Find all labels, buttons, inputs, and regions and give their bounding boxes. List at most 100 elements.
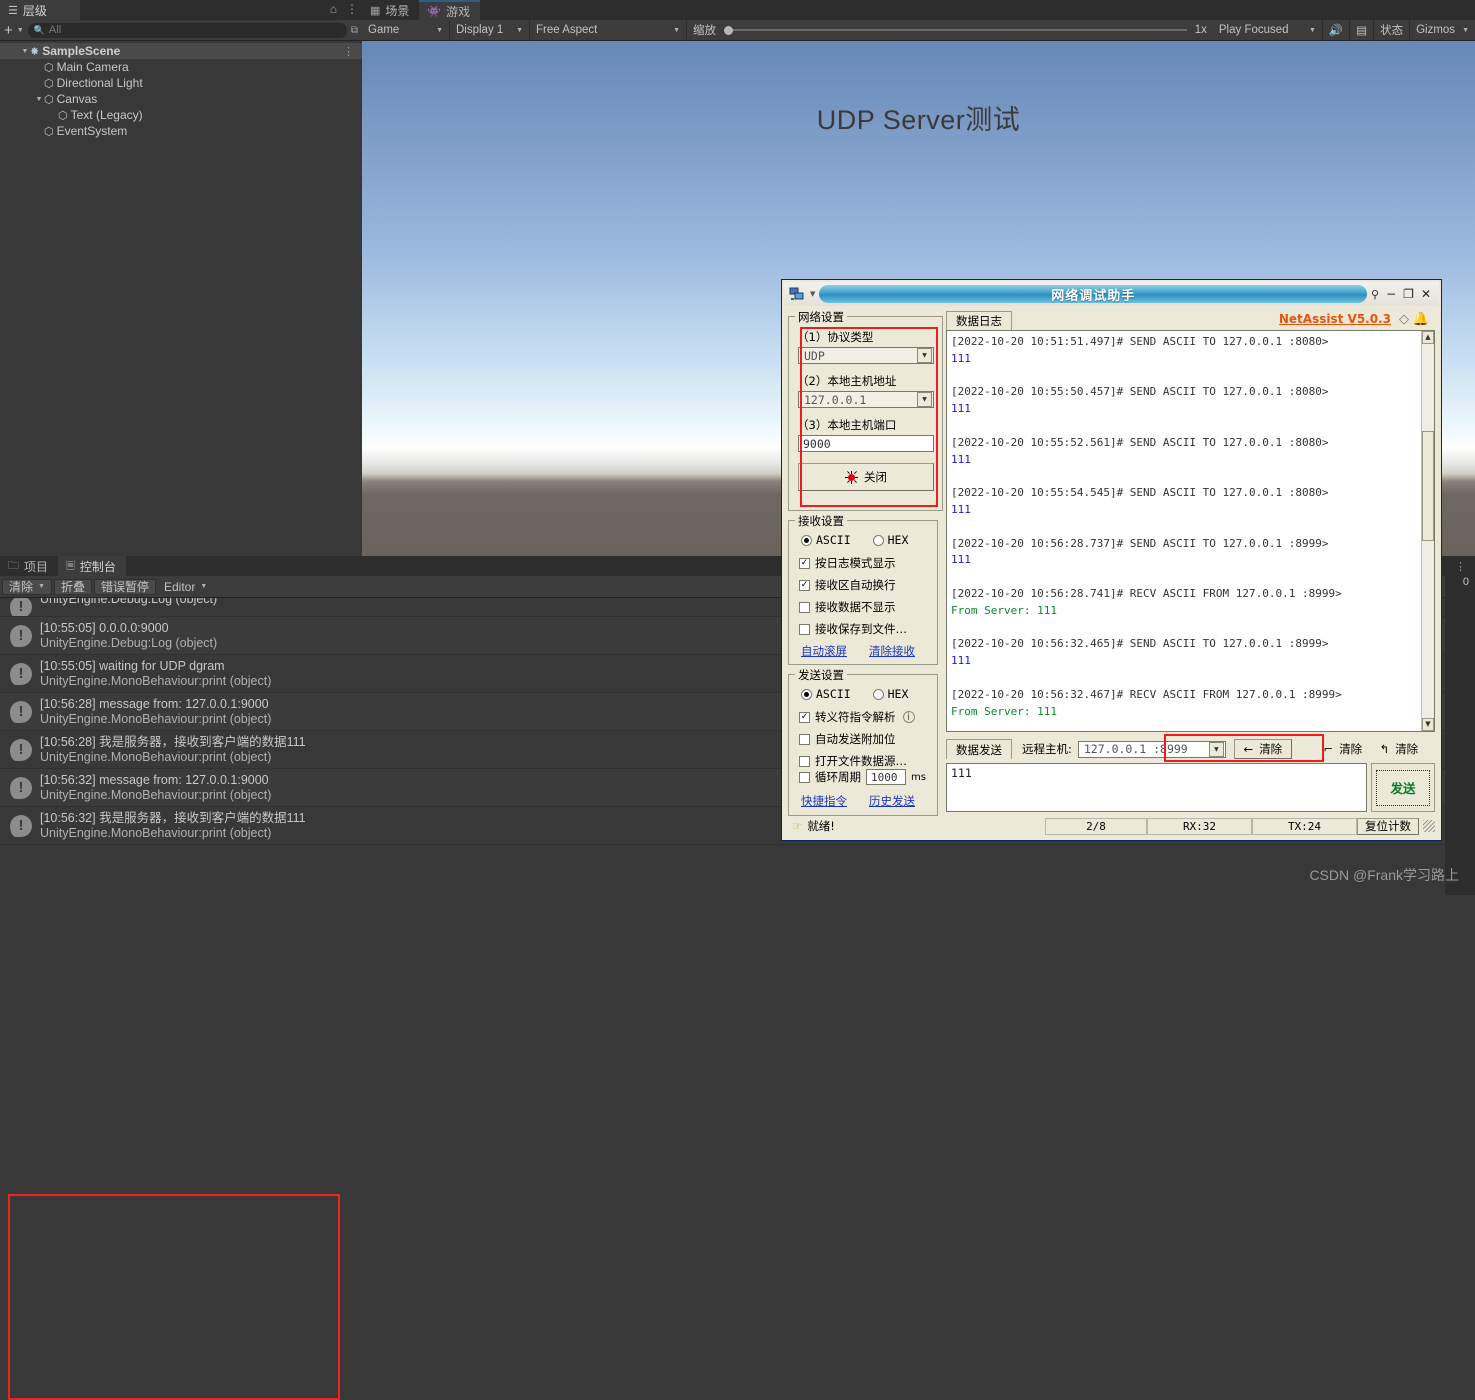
log-scrollbar[interactable]: ▲ ▼	[1421, 331, 1434, 731]
netassist-body: 网络设置 （1）协议类型 UDP ▼ （2）本地主机地址 127.0.0.1 ▼…	[786, 308, 1437, 836]
recv-autoscroll-link[interactable]: 自动滚屏	[801, 643, 847, 659]
hierarchy-panel: ☰ 层级 ⌂ ⋮ + ▼ 🔍 All ⧉ ▼✸SampleScene⋮⬡Main…	[0, 0, 362, 556]
loop-period-checkbox[interactable]	[799, 772, 810, 783]
stats-label-button[interactable]: 状态	[1374, 20, 1410, 41]
chevron-down-icon[interactable]: ▼	[917, 348, 932, 363]
clear-down-button[interactable]: ⌐ 清除	[1316, 739, 1370, 759]
play-focused-dropdown[interactable]: Play Focused ▼	[1213, 20, 1323, 41]
scrollbar-thumb[interactable]	[1422, 431, 1434, 541]
send-checkbox[interactable]: ✓转义符指令解析i	[799, 709, 915, 725]
recv-checkbox[interactable]: 接收保存到文件…	[799, 621, 907, 637]
chevron-down-icon[interactable]: ▼	[17, 27, 24, 34]
collapse-button[interactable]: 折叠	[54, 579, 92, 595]
hierarchy-item[interactable]: ⬡EventSystem	[0, 123, 362, 139]
error-pause-button[interactable]: 错误暂停	[94, 579, 156, 595]
hierarchy-item[interactable]: ⬡Text (Legacy)	[0, 107, 362, 123]
recv-checkbox[interactable]: ✓接收区自动换行	[799, 577, 907, 593]
send-checkbox[interactable]: 打开文件数据源…	[799, 753, 915, 769]
tab-console[interactable]: 🗏 控制台	[58, 556, 126, 576]
clear-button[interactable]: 清除 ▼	[2, 579, 52, 595]
hierarchy-item[interactable]: ▼✸SampleScene⋮	[0, 43, 362, 59]
maximize-button[interactable]: ❐	[1403, 287, 1414, 301]
console-log-text: [10:56:28] message from: 127.0.0.1:9000U…	[40, 697, 271, 727]
stats-button[interactable]: ▤	[1350, 20, 1374, 41]
log-line	[951, 620, 1430, 637]
mute-audio-button[interactable]: 🔊	[1323, 20, 1350, 41]
display-dropdown[interactable]: Display 1 ▼	[450, 20, 530, 41]
app-icon[interactable]	[786, 285, 808, 303]
scroll-down-icon[interactable]: ▼	[1422, 718, 1434, 731]
chevron-down-icon[interactable]: ▼	[917, 392, 932, 407]
info-icon[interactable]: i	[903, 711, 915, 723]
radio-circle	[801, 689, 812, 700]
tab-project[interactable]: 🗀 项目	[0, 556, 58, 576]
send-hex-radio[interactable]: HEX	[873, 687, 909, 701]
clear-up-button[interactable]: ↰ 清除	[1372, 739, 1426, 759]
bell-icon[interactable]: 🔔	[1413, 312, 1429, 327]
hierarchy-search-input[interactable]: 🔍 All	[28, 23, 347, 38]
resize-grip-icon[interactable]	[1423, 820, 1435, 832]
close-button[interactable]: ✕	[1421, 287, 1431, 301]
recv-checkbox[interactable]: ✓按日志模式显示	[799, 555, 907, 571]
chevron-down-icon[interactable]: ▼	[20, 48, 30, 55]
scroll-up-icon[interactable]: ▲	[1422, 331, 1434, 344]
local-host-dropdown[interactable]: 127.0.0.1 ▼	[798, 391, 934, 408]
chevron-down-icon[interactable]: ▼	[1209, 742, 1224, 757]
recv-clear-link[interactable]: 清除接收	[869, 643, 915, 659]
history-send-link[interactable]: 历史发送	[869, 793, 915, 809]
chevron-down-icon[interactable]: ▼	[34, 96, 44, 103]
add-object-button[interactable]: +	[4, 23, 13, 38]
kebab-menu-icon[interactable]: ⋮	[343, 45, 354, 58]
hierarchy-item[interactable]: ▼⬡Canvas	[0, 91, 362, 107]
clear-down-label: 清除	[1339, 741, 1362, 757]
clear-back-button[interactable]: ← 清除	[1234, 739, 1292, 759]
log-line	[951, 670, 1430, 687]
remote-host-dropdown[interactable]: 127.0.0.1 :8999 ▼	[1078, 741, 1226, 758]
game-mode-dropdown[interactable]: Game ▼	[362, 20, 450, 41]
tab-game[interactable]: 👾 游戏	[419, 0, 480, 20]
tab-data-send[interactable]: 数据发送	[946, 739, 1012, 759]
local-port-input[interactable]: 9000	[798, 435, 934, 452]
kebab-menu-icon[interactable]: ⋮	[1455, 560, 1466, 573]
tab-project-label: 项目	[24, 558, 48, 575]
log-line	[951, 519, 1430, 536]
search-advanced-icon[interactable]: ⧉	[351, 25, 358, 36]
data-log-area[interactable]: [2022-10-20 10:51:51.497]# SEND ASCII TO…	[946, 330, 1435, 732]
pin-icon[interactable]: ⚲	[1371, 288, 1379, 301]
inspector-partial-value: 0	[1463, 576, 1469, 588]
send-checkbox[interactable]: 自动发送附加位	[799, 731, 915, 747]
quick-command-link[interactable]: 快捷指令	[801, 793, 847, 809]
send-ascii-radio[interactable]: ASCII	[801, 687, 851, 701]
diamond-icon[interactable]: ◇	[1399, 312, 1409, 327]
connection-toggle-button[interactable]: 关闭	[798, 463, 934, 491]
tab-hierarchy[interactable]: ☰ 层级	[0, 0, 80, 20]
data-log-text: [2022-10-20 10:51:51.497]# SEND ASCII TO…	[947, 331, 1434, 723]
netassist-version-link[interactable]: NetAssist V5.0.3	[1279, 312, 1391, 326]
slider-knob[interactable]	[724, 26, 733, 35]
tab-scene[interactable]: ▦ 场景	[362, 0, 419, 20]
log-line: 111	[951, 502, 1430, 519]
aspect-dropdown[interactable]: Free Aspect ▼	[530, 20, 687, 41]
zoom-slider[interactable]: 缩放 1x	[687, 22, 1213, 38]
netassist-window[interactable]: ▼ 网络调试助手 ⚲ − ❐ ✕ 网络设置 （1）协议类型 UDP ▼ （2）本…	[781, 279, 1442, 841]
chevron-down-icon[interactable]: ▼	[810, 290, 815, 298]
kebab-menu-icon[interactable]: ⋮	[346, 2, 358, 16]
tab-data-log[interactable]: 数据日志	[946, 311, 1012, 330]
recv-checkbox[interactable]: 接收数据不显示	[799, 599, 907, 615]
send-message-input[interactable]: 111	[946, 763, 1367, 812]
reset-counter-button[interactable]: 复位计数	[1357, 818, 1419, 835]
loop-period-input[interactable]: 1000	[866, 769, 906, 785]
hierarchy-item[interactable]: ⬡Main Camera	[0, 59, 362, 75]
console-log-message: [10:56:28] message from: 127.0.0.1:9000	[40, 697, 271, 712]
recv-hex-radio[interactable]: HEX	[873, 533, 909, 547]
recv-ascii-radio[interactable]: ASCII	[801, 533, 851, 547]
minimize-button[interactable]: −	[1386, 287, 1396, 301]
lock-icon[interactable]: ⌂	[330, 2, 337, 16]
netassist-titlebar[interactable]: ▼ 网络调试助手 ⚲ − ❐ ✕	[784, 282, 1439, 306]
send-button[interactable]: 发送	[1371, 763, 1435, 812]
editor-dropdown[interactable]: Editor ▼	[158, 579, 213, 595]
log-line: 111	[951, 653, 1430, 670]
hierarchy-item[interactable]: ⬡Directional Light	[0, 75, 362, 91]
gizmos-dropdown[interactable]: Gizmos ▼	[1410, 20, 1475, 41]
protocol-dropdown[interactable]: UDP ▼	[798, 347, 934, 364]
